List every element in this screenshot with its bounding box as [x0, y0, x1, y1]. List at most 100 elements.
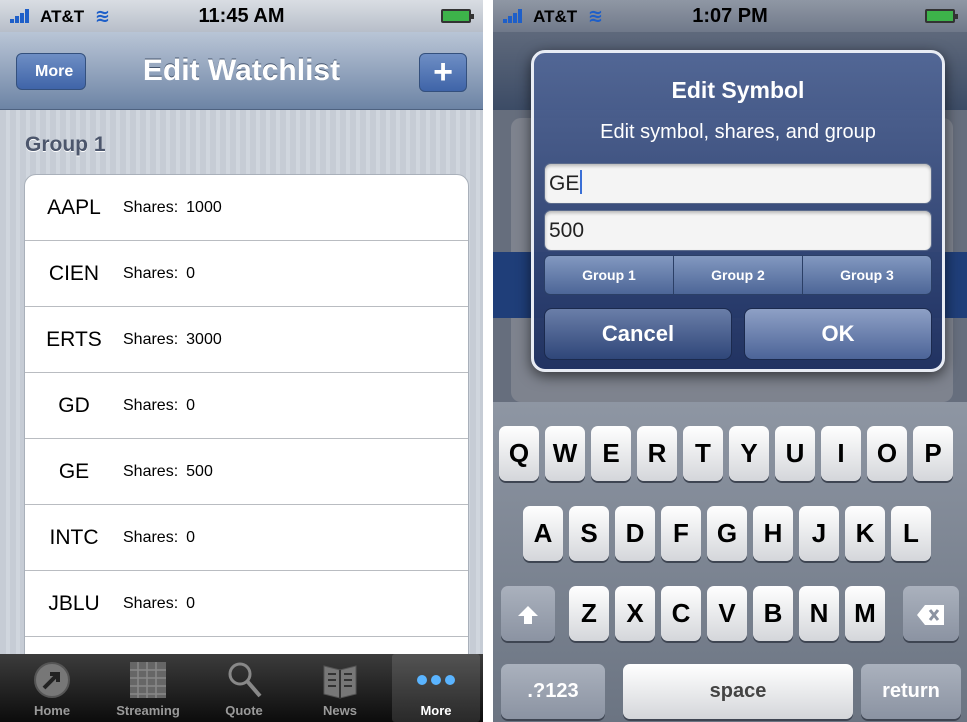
row-symbol: CIEN	[48, 262, 100, 285]
delete-key[interactable]	[903, 586, 959, 641]
numbers-key[interactable]: .?123	[501, 664, 605, 719]
shares-field-value: 500	[549, 219, 585, 242]
table-row[interactable]: INTC Shares: 0	[25, 505, 468, 571]
key-a[interactable]: A	[523, 506, 563, 561]
key-o[interactable]: O	[867, 426, 907, 481]
key-m[interactable]: M	[845, 586, 885, 641]
key-p[interactable]: P	[913, 426, 953, 481]
shares-value: 3000	[186, 331, 222, 348]
watchlist-table: AAPL Shares: 1000 CIEN Shares: 0 ERTS Shar…	[24, 174, 469, 674]
key-h[interactable]: H	[753, 506, 793, 561]
shares-value: 0	[186, 397, 196, 414]
row-symbol: ERTS	[46, 328, 102, 351]
space-key[interactable]: space	[623, 664, 853, 719]
group-segmented-control: Group 1 Group 2 Group 3	[544, 255, 932, 295]
key-u[interactable]: U	[775, 426, 815, 481]
tab-more[interactable]: More	[392, 654, 480, 722]
return-key[interactable]: return	[861, 664, 961, 719]
right-phone-screen: AT&T ≋ 1:07 PM Edit Symbol Edit symbol, …	[493, 0, 967, 722]
cancel-button[interactable]: Cancel	[544, 308, 732, 360]
table-row[interactable]: CIEN Shares: 0	[25, 241, 468, 307]
key-b[interactable]: B	[753, 586, 793, 641]
status-time: 11:45 AM	[198, 5, 285, 27]
key-j[interactable]: J	[799, 506, 839, 561]
shares-value: 1000	[186, 199, 222, 216]
row-symbol: GD	[58, 394, 90, 417]
key-s[interactable]: S	[569, 506, 609, 561]
tab-bar: Home Streaming Quote News More	[0, 654, 483, 722]
segment-group-2[interactable]: Group 2	[674, 256, 803, 294]
key-r[interactable]: R	[637, 426, 677, 481]
text-cursor	[580, 170, 583, 194]
navigation-bar: More Edit Watchlist +	[0, 32, 483, 110]
row-shares: Shares: 3000	[123, 331, 222, 349]
shift-icon	[518, 606, 538, 625]
row-symbol: GE	[58, 460, 90, 483]
tab-streaming[interactable]: Streaming	[104, 654, 192, 722]
shares-label: Shares:	[123, 463, 179, 480]
tab-label: More	[420, 703, 452, 718]
key-t[interactable]: T	[683, 426, 723, 481]
key-q[interactable]: Q	[499, 426, 539, 481]
key-i[interactable]: I	[821, 426, 861, 481]
shares-value: 500	[186, 463, 213, 480]
key-l[interactable]: L	[891, 506, 931, 561]
tab-label: Quote	[225, 703, 263, 718]
row-shares: Shares: 0	[123, 595, 195, 613]
more-icon	[417, 675, 455, 685]
symbol-field-value: GE	[549, 172, 580, 195]
row-shares: Shares: 0	[123, 529, 195, 547]
ok-button[interactable]: OK	[744, 308, 932, 360]
tab-label: News	[323, 703, 357, 718]
key-d[interactable]: D	[615, 506, 655, 561]
keyboard: Q W E R T Y U I O P A S D F G H J K L Z …	[493, 402, 967, 722]
tab-home[interactable]: Home	[8, 654, 96, 722]
key-f[interactable]: F	[661, 506, 701, 561]
table-row[interactable]: JBLU Shares: 0	[25, 571, 468, 637]
home-icon	[34, 662, 70, 698]
key-z[interactable]: Z	[569, 586, 609, 641]
group-header: Group 1	[25, 133, 106, 156]
symbol-field[interactable]: GE	[544, 163, 932, 204]
segment-group-1[interactable]: Group 1	[545, 256, 674, 294]
table-row[interactable]: AAPL Shares: 1000	[25, 175, 468, 241]
key-v[interactable]: V	[707, 586, 747, 641]
tab-label: Home	[33, 703, 71, 718]
shares-label: Shares:	[123, 199, 179, 216]
shares-field[interactable]: 500	[544, 210, 932, 251]
key-w[interactable]: W	[545, 426, 585, 481]
key-c[interactable]: C	[661, 586, 701, 641]
news-icon	[323, 665, 357, 699]
tab-quote[interactable]: Quote	[200, 654, 288, 722]
shares-label: Shares:	[123, 331, 179, 348]
segment-group-3[interactable]: Group 3	[803, 256, 931, 294]
status-bar: AT&T ≋ 11:45 AM	[0, 0, 483, 32]
backspace-icon	[917, 605, 944, 626]
tab-news[interactable]: News	[296, 654, 384, 722]
shares-label: Shares:	[123, 529, 179, 546]
table-row[interactable]: ERTS Shares: 3000	[25, 307, 468, 373]
search-icon	[228, 662, 262, 698]
table-row[interactable]: GE Shares: 500	[25, 439, 468, 505]
shares-label: Shares:	[123, 397, 179, 414]
key-x[interactable]: X	[615, 586, 655, 641]
key-k[interactable]: K	[845, 506, 885, 561]
key-n[interactable]: N	[799, 586, 839, 641]
alert-title: Edit Symbol	[671, 77, 805, 103]
shift-key[interactable]	[501, 586, 555, 641]
add-symbol-button[interactable]: +	[419, 53, 467, 92]
row-symbol: INTC	[49, 526, 99, 549]
row-shares: Shares: 0	[123, 265, 195, 283]
key-e[interactable]: E	[591, 426, 631, 481]
shares-label: Shares:	[123, 595, 179, 612]
key-g[interactable]: G	[707, 506, 747, 561]
key-y[interactable]: Y	[729, 426, 769, 481]
battery-icon	[925, 9, 958, 23]
table-row[interactable]: GD Shares: 0	[25, 373, 468, 439]
row-shares: Shares: 0	[123, 397, 195, 415]
row-shares: Shares: 1000	[123, 199, 222, 217]
edit-symbol-alert: Edit Symbol Edit symbol, shares, and gro…	[531, 50, 945, 372]
row-symbol: AAPL	[47, 196, 101, 219]
streaming-icon	[130, 662, 166, 698]
alert-message: Edit symbol, shares, and group	[600, 121, 876, 143]
